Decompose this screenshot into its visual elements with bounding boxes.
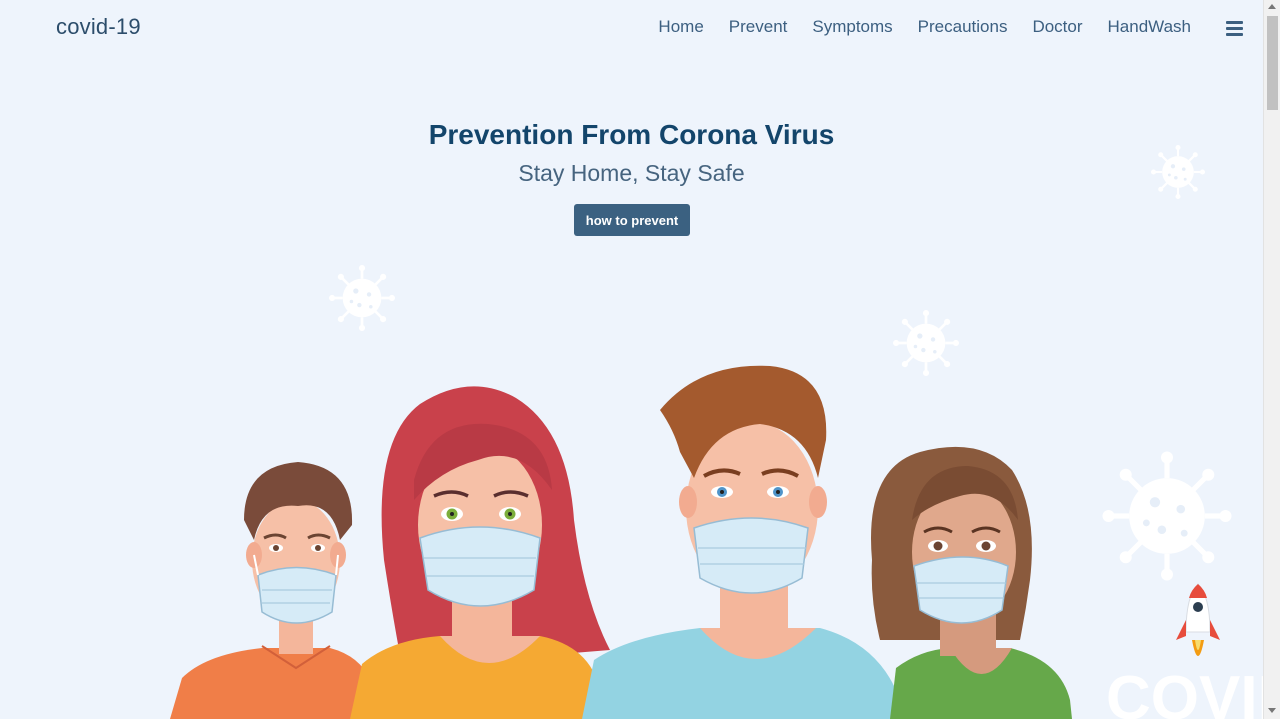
hamburger-icon[interactable]: [1226, 21, 1244, 37]
virus-icon: [891, 308, 961, 378]
person-woman-red-hair: [350, 386, 610, 719]
page: COVID: [0, 0, 1263, 719]
scrollbar-thumb[interactable]: [1267, 16, 1278, 110]
hero-subtitle: Stay Home, Stay Safe: [518, 160, 745, 186]
brand-logo[interactable]: covid-19: [56, 14, 141, 40]
how-to-prevent-button[interactable]: how to prevent: [574, 204, 690, 236]
person-man: [582, 365, 904, 719]
person-woman-brown-hair: [871, 446, 1072, 719]
scroll-up-arrow-icon[interactable]: [1268, 4, 1276, 9]
scroll-down-arrow-icon[interactable]: [1268, 708, 1276, 713]
nav-home[interactable]: Home: [658, 17, 703, 37]
vertical-scrollbar[interactable]: [1263, 0, 1280, 719]
main-nav: Home Prevent Symptoms Precautions Doctor…: [658, 17, 1191, 37]
person-boy: [170, 462, 372, 719]
hero-illustration: COVID: [170, 143, 1263, 719]
virus-icon: [1103, 452, 1232, 581]
nav-handwash[interactable]: HandWash: [1108, 17, 1191, 37]
nav-prevent[interactable]: Prevent: [729, 17, 788, 37]
covid-watermark: COVID: [1106, 664, 1263, 719]
nav-symptoms[interactable]: Symptoms: [812, 17, 892, 37]
virus-icon: [327, 263, 397, 333]
rocket-icon[interactable]: [1176, 583, 1220, 656]
nav-doctor[interactable]: Doctor: [1032, 17, 1082, 37]
hero-title: Prevention From Corona Virus: [428, 119, 835, 150]
nav-precautions[interactable]: Precautions: [918, 17, 1008, 37]
